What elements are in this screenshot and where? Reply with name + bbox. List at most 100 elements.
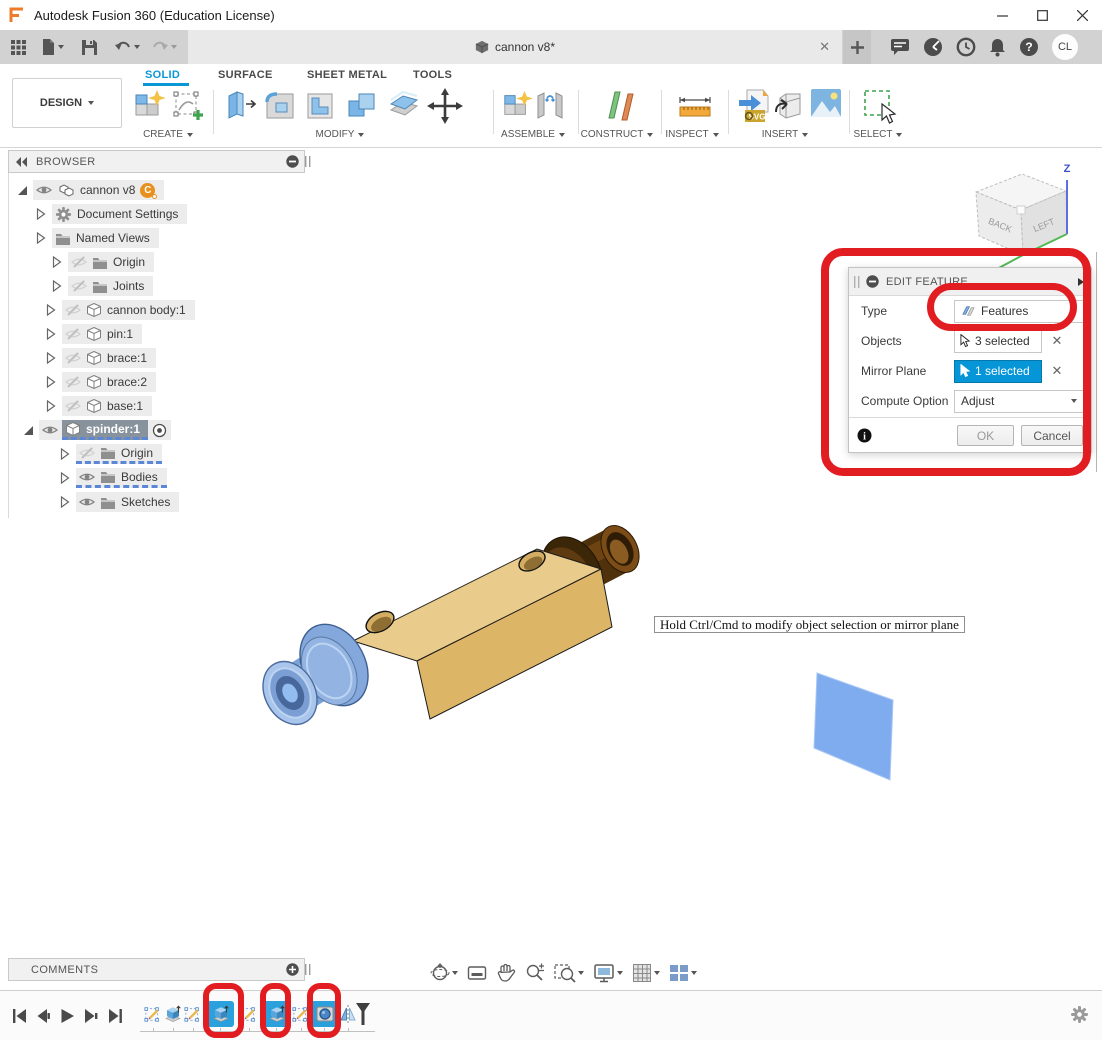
- insert-svg-button[interactable]: SVG: [737, 88, 769, 124]
- tree-row-origin[interactable]: Origin: [52, 250, 154, 274]
- eye-icon[interactable]: [36, 184, 52, 196]
- edit-feature-dialog-header[interactable]: EDIT FEATURE: [849, 268, 1091, 296]
- collapsed-arrow-icon[interactable]: [36, 208, 46, 220]
- eye-off-icon[interactable]: [71, 280, 87, 292]
- close-tab-icon[interactable]: ✕: [819, 39, 830, 55]
- eye-off-icon[interactable]: [65, 400, 81, 412]
- fillet-button[interactable]: [263, 88, 297, 124]
- timeline-item-mirror[interactable]: [340, 1004, 356, 1024]
- select-button[interactable]: [862, 88, 898, 124]
- mirror-plane-selection-button[interactable]: 1 selected: [954, 360, 1042, 383]
- collapsed-arrow-icon[interactable]: [52, 256, 62, 268]
- tab-surface[interactable]: SURFACE: [218, 69, 273, 81]
- comments-panel-header[interactable]: COMMENTS: [8, 958, 305, 981]
- panel-minus-icon[interactable]: [286, 155, 299, 168]
- new-component-button[interactable]: [133, 88, 165, 122]
- display-settings-icon[interactable]: [593, 963, 623, 983]
- timeline-settings-gear-icon[interactable]: [1070, 1005, 1089, 1024]
- tree-row-joints[interactable]: Joints: [52, 274, 153, 298]
- construct-plane-button[interactable]: [603, 88, 639, 124]
- timeline-item-sketch-2[interactable]: [184, 1005, 202, 1023]
- tree-row-brace-2[interactable]: brace:2: [46, 370, 156, 394]
- eye-off-icon[interactable]: [65, 376, 81, 388]
- step-back-icon[interactable]: [36, 1008, 51, 1024]
- eye-icon[interactable]: [42, 424, 58, 436]
- collapsed-arrow-icon[interactable]: [52, 280, 62, 292]
- measure-button[interactable]: [678, 94, 712, 120]
- combine-button[interactable]: [345, 88, 379, 124]
- tab-solid[interactable]: SOLID: [145, 69, 180, 81]
- redo-icon[interactable]: [146, 30, 182, 64]
- joint-button[interactable]: [535, 88, 565, 122]
- pan-icon[interactable]: [496, 963, 516, 983]
- close-button[interactable]: [1062, 1, 1102, 29]
- go-to-start-icon[interactable]: [12, 1008, 27, 1024]
- press-pull-button[interactable]: [223, 88, 257, 124]
- tree-row-named-views[interactable]: Named Views: [36, 226, 159, 250]
- collapsed-arrow-icon[interactable]: [46, 304, 56, 316]
- offset-face-button[interactable]: [387, 88, 421, 124]
- notifications-bell-icon[interactable]: [989, 38, 1006, 57]
- step-forward-icon[interactable]: [84, 1008, 99, 1024]
- move-button[interactable]: [427, 88, 463, 124]
- clear-objects-icon[interactable]: ✕: [1049, 333, 1065, 349]
- insert-canvas-button[interactable]: [810, 88, 842, 118]
- shell-button[interactable]: [303, 88, 337, 124]
- tab-tools[interactable]: TOOLS: [413, 69, 452, 81]
- timeline-item-hole-selected[interactable]: [311, 1001, 338, 1027]
- minimize-button[interactable]: [982, 1, 1022, 29]
- eye-off-icon[interactable]: [79, 447, 95, 459]
- compute-option-dropdown[interactable]: Adjust: [954, 390, 1084, 413]
- orbit-icon[interactable]: [430, 963, 458, 983]
- browser-panel-header[interactable]: BROWSER: [8, 150, 305, 173]
- tree-row-base[interactable]: base:1: [46, 394, 152, 418]
- tab-sheet-metal[interactable]: SHEET METAL: [307, 69, 387, 81]
- timeline-item-extrude-2-selected[interactable]: [207, 1001, 234, 1027]
- insert-derive-button[interactable]: [773, 88, 805, 122]
- undo-icon[interactable]: [108, 30, 146, 64]
- comments-icon[interactable]: [890, 38, 910, 56]
- timeline-item-sketch-4[interactable]: [292, 1005, 310, 1023]
- tree-row-brace-1[interactable]: brace:1: [46, 346, 156, 370]
- group-select[interactable]: SELECT: [828, 129, 928, 140]
- tree-row-spinder-bodies[interactable]: Bodies: [60, 466, 167, 490]
- extensions-icon[interactable]: [923, 37, 943, 57]
- add-comment-icon[interactable]: [286, 963, 299, 976]
- assemble-new-component-button[interactable]: [502, 88, 532, 122]
- eye-off-icon[interactable]: [71, 256, 87, 268]
- timeline-ruler[interactable]: [140, 1031, 375, 1032]
- tree-row-spinder[interactable]: spinder:1: [24, 418, 171, 442]
- group-create[interactable]: CREATE: [118, 129, 218, 140]
- tree-row-document-settings[interactable]: Document Settings: [36, 202, 187, 226]
- dialog-expand-arrow-icon[interactable]: [1077, 277, 1085, 287]
- clear-mirror-plane-icon[interactable]: ✕: [1049, 363, 1065, 379]
- panel-grip-icon[interactable]: [305, 156, 311, 167]
- activate-component-radio[interactable]: [152, 423, 167, 438]
- collapsed-arrow-icon[interactable]: [46, 376, 56, 388]
- eye-off-icon[interactable]: [65, 328, 81, 340]
- go-to-end-icon[interactable]: [108, 1008, 123, 1024]
- dialog-minus-icon[interactable]: [866, 275, 879, 288]
- expanded-arrow-icon[interactable]: [18, 186, 27, 195]
- group-inspect[interactable]: INSPECT: [642, 129, 742, 140]
- mirror-plane-face[interactable]: [814, 673, 893, 780]
- tree-row-spinder-origin[interactable]: Origin: [60, 442, 162, 466]
- expanded-arrow-icon[interactable]: [24, 426, 33, 435]
- cancel-button[interactable]: Cancel: [1021, 425, 1083, 446]
- timeline-item-sketch-3[interactable]: [240, 1005, 258, 1023]
- document-tab[interactable]: cannon v8* ✕: [188, 30, 842, 64]
- view-cube[interactable]: BACK LEFT Z Y: [948, 158, 1093, 276]
- collapsed-arrow-icon[interactable]: [46, 400, 56, 412]
- collapsed-arrow-icon[interactable]: [60, 448, 70, 460]
- tree-row-spinder-sketches[interactable]: Sketches: [60, 490, 179, 514]
- save-icon[interactable]: [70, 30, 108, 64]
- eye-icon[interactable]: [79, 496, 95, 508]
- play-icon[interactable]: [60, 1008, 75, 1024]
- collapsed-arrow-icon[interactable]: [60, 472, 70, 484]
- job-status-icon[interactable]: [956, 37, 976, 57]
- avatar[interactable]: CL: [1052, 34, 1078, 60]
- zoom-icon[interactable]: [525, 963, 545, 983]
- tree-row-cannon-body[interactable]: cannon body:1: [46, 298, 195, 322]
- fit-icon[interactable]: [554, 963, 584, 983]
- eye-off-icon[interactable]: [65, 304, 81, 316]
